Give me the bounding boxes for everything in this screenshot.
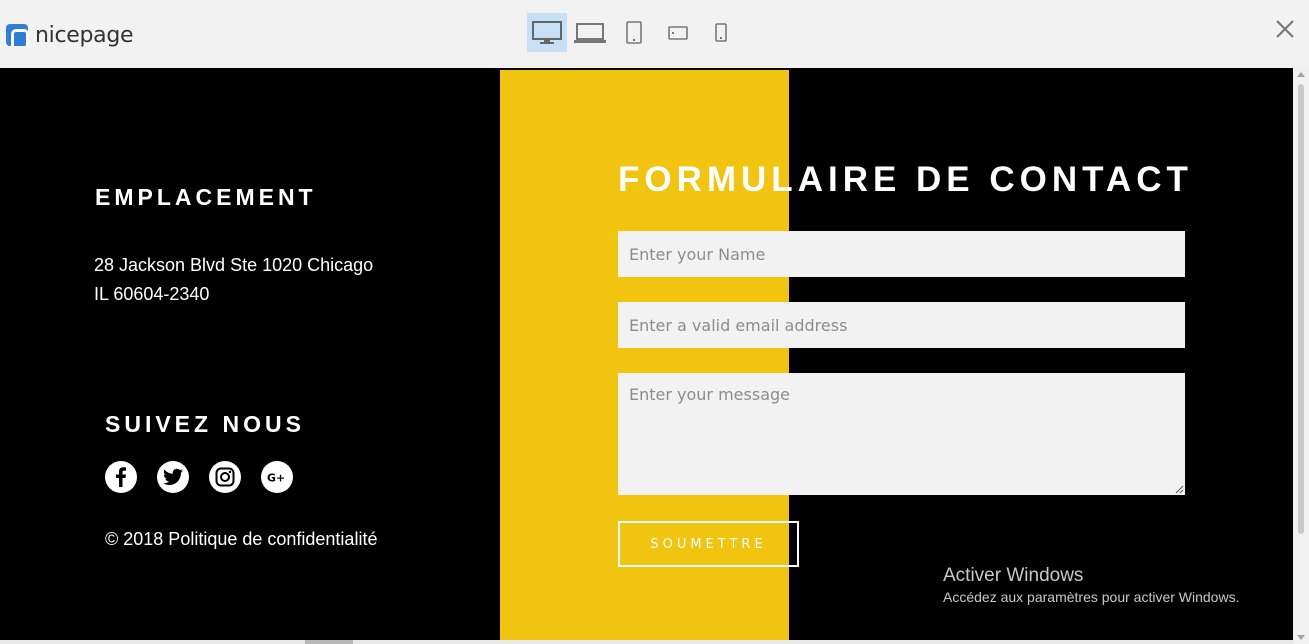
name-input[interactable]	[618, 231, 1185, 277]
google-plus-icon: G+	[267, 472, 285, 484]
device-tablet-button[interactable]	[618, 13, 650, 52]
device-phone-button[interactable]	[706, 13, 736, 52]
social-heading: SUIVEZ NOUS	[105, 411, 305, 437]
tablet-landscape-icon	[668, 25, 688, 40]
google-plus-link[interactable]: G+	[261, 461, 293, 493]
preview-toolbar: nicepage	[0, 0, 1309, 68]
vertical-scrollbar[interactable]	[1293, 68, 1309, 644]
instagram-icon	[215, 467, 235, 487]
address: 28 Jackson Blvd Ste 1020 Chicago IL 6060…	[94, 251, 373, 309]
facebook-icon	[116, 467, 126, 487]
location-heading: EMPLACEMENT	[95, 184, 317, 210]
copyright-text[interactable]: © 2018 Politique de confidentialité	[105, 529, 377, 550]
contact-form-heading: FORMULAIRE DE CONTACT	[618, 160, 1193, 199]
horizontal-scroll-thumb[interactable]	[305, 640, 353, 644]
submit-button[interactable]: SOUMETTRE	[618, 521, 799, 567]
scroll-down-arrow-icon[interactable]	[1297, 635, 1305, 640]
svg-text:G+: G+	[267, 472, 285, 484]
horizontal-scrollbar[interactable]	[0, 640, 1293, 644]
laptop-icon	[574, 22, 606, 43]
desktop-icon	[532, 20, 562, 44]
close-icon	[1276, 20, 1294, 38]
twitter-icon	[163, 468, 183, 485]
resize-grip-icon[interactable]	[1175, 485, 1184, 494]
social-icons: G+	[105, 461, 293, 493]
address-line-2: IL 60604-2340	[94, 284, 210, 304]
page-preview: EMPLACEMENT 28 Jackson Blvd Ste 1020 Chi…	[0, 68, 1293, 644]
device-tablet-landscape-button[interactable]	[662, 13, 694, 52]
watermark-subtitle: Accédez aux paramètres pour activer Wind…	[943, 589, 1240, 605]
scroll-up-arrow-icon[interactable]	[1297, 72, 1305, 77]
phone-icon	[715, 22, 727, 42]
instagram-link[interactable]	[209, 461, 241, 493]
facebook-link[interactable]	[105, 461, 137, 493]
twitter-link[interactable]	[157, 461, 189, 493]
logo-text: nicepage	[35, 22, 134, 48]
close-button[interactable]	[1272, 16, 1298, 42]
windows-activation-watermark: Activer Windows Accédez aux paramètres p…	[943, 565, 1239, 605]
tablet-portrait-icon	[626, 20, 642, 44]
device-laptop-button[interactable]	[570, 13, 610, 52]
email-input[interactable]	[618, 302, 1185, 348]
message-textarea[interactable]	[618, 373, 1185, 495]
address-line-1: 28 Jackson Blvd Ste 1020 Chicago	[94, 255, 374, 275]
vertical-scroll-thumb[interactable]	[1298, 84, 1304, 534]
nicepage-logo-icon	[6, 24, 29, 46]
logo: nicepage	[6, 22, 134, 48]
watermark-title: Activer Windows	[943, 565, 1084, 586]
device-desktop-button[interactable]	[527, 13, 567, 52]
